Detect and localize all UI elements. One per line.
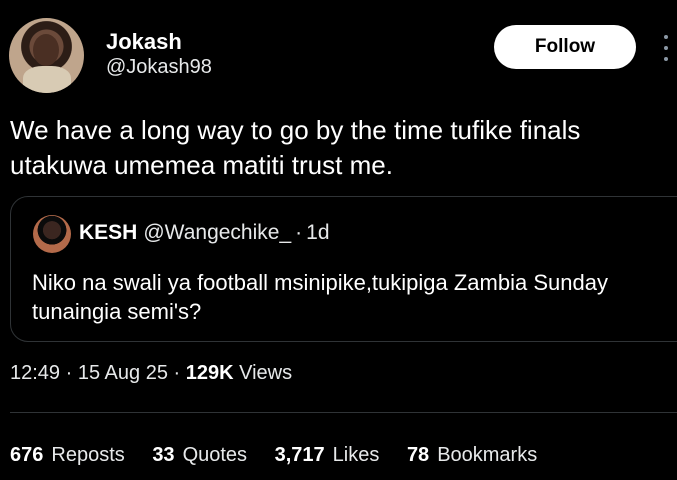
- quoted-handle: @Wangechike_: [143, 221, 292, 244]
- follow-button[interactable]: Follow: [494, 25, 636, 69]
- quoted-display-name: KESH: [79, 221, 138, 244]
- quotes-count: 33: [152, 444, 175, 466]
- avatar-clothing: [23, 66, 71, 93]
- likes-stat[interactable]: 3,717 Likes: [275, 444, 380, 466]
- tweet-text: We have a long way to go by the time tuf…: [10, 115, 581, 180]
- reposts-label: Reposts: [51, 444, 125, 466]
- quoted-tweet-header: KESH @Wangechike_ · 1d: [79, 221, 330, 245]
- avatar-face: [33, 34, 59, 66]
- author-display-name[interactable]: Jokash: [106, 29, 182, 55]
- separator-dot: ·: [65, 362, 73, 384]
- views-label: Views: [239, 362, 293, 384]
- bookmarks-stat[interactable]: 78 Bookmarks: [407, 444, 537, 466]
- quotes-label: Quotes: [182, 444, 248, 466]
- quotes-stat[interactable]: 33 Quotes: [152, 444, 247, 466]
- author-handle[interactable]: @Jokash98: [106, 56, 212, 79]
- likes-label: Likes: [332, 444, 380, 466]
- separator-dot: ·: [295, 221, 303, 244]
- tweet-time[interactable]: 12:49: [10, 362, 60, 384]
- author-avatar[interactable]: [9, 18, 84, 93]
- divider: [10, 412, 677, 413]
- reposts-stat[interactable]: 676 Reposts: [10, 444, 125, 466]
- quoted-tweet-text: Niko na swali ya football msinipike,tuki…: [32, 270, 608, 324]
- tweet-date[interactable]: 15 Aug 25: [78, 362, 168, 384]
- more-options-icon[interactable]: [660, 35, 672, 61]
- quoted-tweet-card[interactable]: KESH @Wangechike_ · 1d Niko na swali ya foo…: [10, 196, 677, 342]
- bookmarks-count: 78: [406, 444, 430, 466]
- tweet-meta: 12:49 · 15 Aug 25 · 129K Views: [10, 362, 292, 385]
- bookmarks-label: Bookmarks: [437, 444, 538, 466]
- dot: [664, 46, 668, 50]
- likes-count: 3,717: [274, 444, 325, 466]
- views-count: 129K: [185, 362, 234, 384]
- quoted-timestamp: 1d: [306, 221, 330, 244]
- quoted-author-avatar: [33, 215, 71, 253]
- dot: [664, 35, 668, 39]
- separator-dot: ·: [173, 362, 181, 384]
- dot: [664, 57, 668, 61]
- engagement-stats: 676 Reposts 33 Quotes 3,717 Likes 78 Bookmar…: [10, 444, 559, 467]
- reposts-count: 676: [10, 444, 44, 466]
